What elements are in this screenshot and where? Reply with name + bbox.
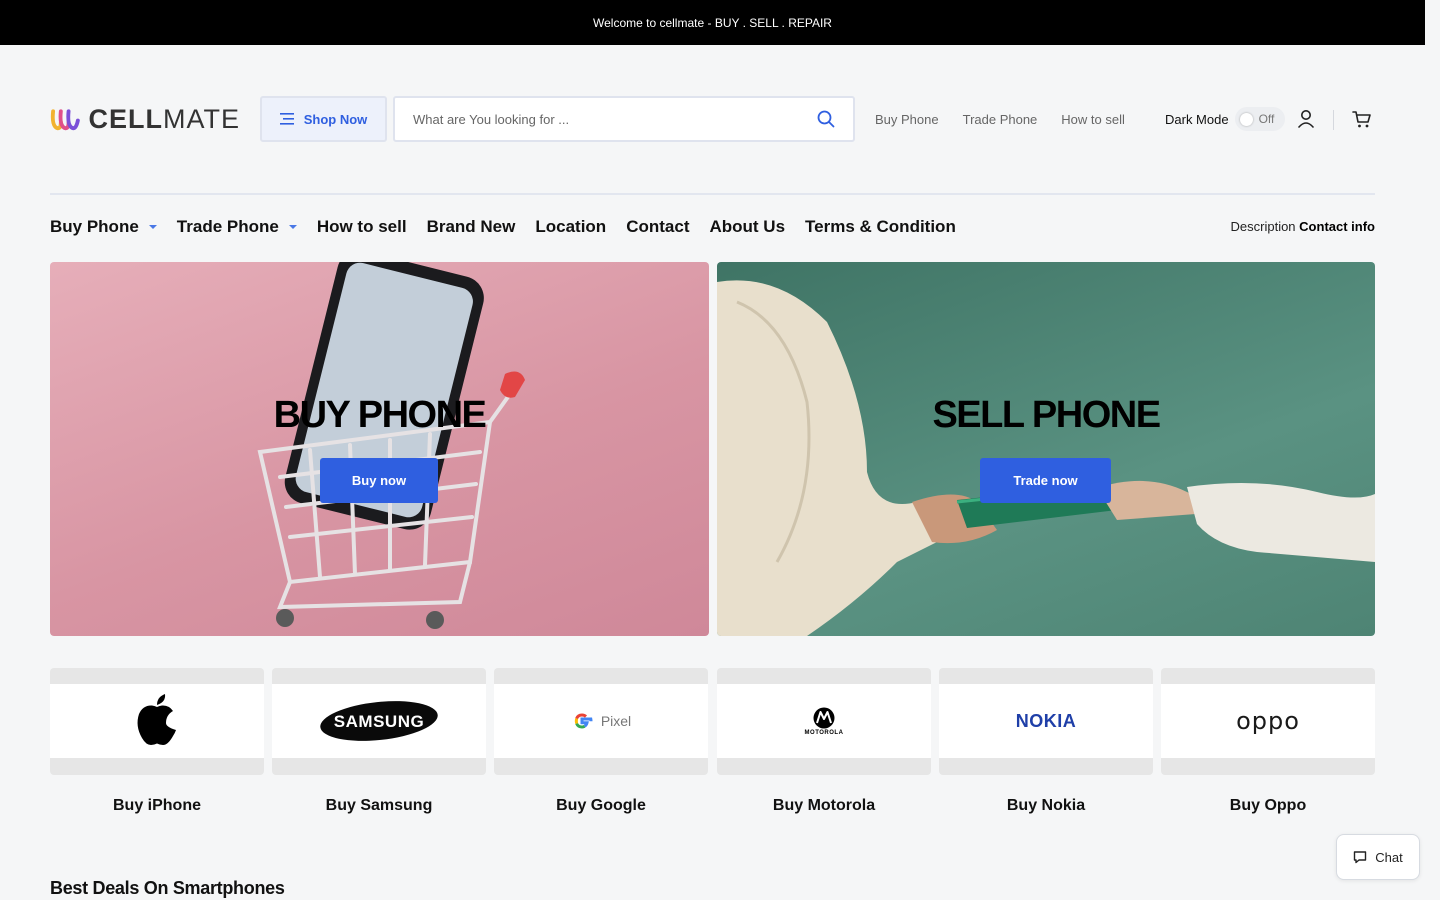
shopping-cart-phone-illustration: [257, 262, 525, 629]
motorola-logo-text: MOTOROLA: [804, 729, 844, 736]
buy-now-button[interactable]: Buy now: [320, 458, 438, 503]
samsung-logo: SAMSUNG: [320, 701, 438, 741]
brand-label-iphone: Buy iPhone: [112, 797, 201, 814]
nav-item-how-to-sell[interactable]: How to sell: [317, 217, 407, 237]
brand-label-google: Buy Google: [556, 797, 646, 814]
brand-label-nokia: Buy Nokia: [1006, 797, 1086, 814]
dark-mode-label: Dark Mode: [1165, 111, 1229, 127]
user-icon[interactable]: [1297, 109, 1315, 129]
nav-item-location[interactable]: Location: [535, 217, 606, 237]
brand-label-oppo: Buy Oppo: [1229, 797, 1307, 814]
main-nav: Buy Phone Trade Phone How to sell Brand …: [50, 214, 956, 240]
search-icon[interactable]: [817, 110, 835, 128]
nav-item-buy-phone[interactable]: Buy Phone: [50, 217, 157, 237]
header-link-how-to-sell[interactable]: How to sell: [1061, 112, 1125, 127]
nokia-logo-text: NOKIA: [1015, 710, 1077, 731]
toggle-knob: [1239, 112, 1253, 126]
shop-now-button[interactable]: Shop Now: [260, 96, 387, 142]
caret-down-icon: [148, 225, 157, 229]
contact-info-link[interactable]: Contact info: [1299, 219, 1375, 234]
chat-bubble-icon: [1354, 851, 1367, 864]
contact-info: Description Contact info: [1231, 219, 1375, 234]
site-header: CELLMATE Shop Now Buy Phone Trade Phone …: [50, 96, 1375, 142]
motorola-logo-icon: [813, 707, 835, 728]
brand-card-samsung[interactable]: SAMSUNG Buy Samsung: [272, 668, 486, 815]
oppo-logo-text: oppo: [1236, 707, 1300, 735]
announcement-bar: Welcome to cellmate - BUY . SELL . REPAI…: [0, 0, 1425, 45]
sell-phone-banner[interactable]: SELL PHONE Trade now: [717, 262, 1375, 636]
cart-icon[interactable]: [1352, 109, 1372, 129]
brand-card-motorola[interactable]: MOTOROLA Buy Motorola: [717, 668, 931, 815]
trade-now-button[interactable]: Trade now: [980, 458, 1111, 503]
brand-label-samsung: Buy Samsung: [325, 797, 433, 814]
shop-now-label: Shop Now: [303, 111, 368, 127]
brand-card-google[interactable]: Pixel Buy Google: [494, 668, 708, 815]
dark-mode-control: Dark Mode Off: [1165, 96, 1285, 142]
nav-label-trade-phone: Trade Phone: [176, 217, 279, 236]
buy-phone-banner[interactable]: BUY PHONE Buy now: [50, 262, 709, 636]
dark-mode-toggle[interactable]: Off: [1234, 107, 1285, 131]
google-g-icon: [574, 713, 593, 729]
cellmate-logo[interactable]: CELLMATE: [50, 99, 240, 139]
buy-phone-title: BUY PHONE: [273, 394, 487, 436]
brand-card-oppo[interactable]: oppo Buy Oppo: [1161, 668, 1375, 815]
chat-button[interactable]: Chat: [1336, 834, 1420, 880]
nav-label-buy-phone: Buy Phone: [50, 217, 139, 236]
nav-item-trade-phone[interactable]: Trade Phone: [177, 217, 297, 237]
brand-card-iphone[interactable]: Buy iPhone: [50, 668, 264, 815]
caret-down-icon: [288, 225, 297, 229]
logo-text-bold: CELL: [88, 103, 163, 134]
header-link-trade-phone[interactable]: Trade Phone: [963, 112, 1038, 127]
brand-card-nokia[interactable]: NOKIA Buy Nokia: [939, 668, 1153, 815]
header-separator: [50, 193, 1375, 195]
nav-item-brand-new[interactable]: Brand New: [427, 217, 516, 237]
cellmate-logo-mark-icon: [50, 109, 80, 131]
brand-label-motorola: Buy Motorola: [772, 797, 876, 814]
header-link-buy-phone[interactable]: Buy Phone: [875, 112, 939, 127]
announcement-text: Welcome to cellmate - BUY . SELL . REPAI…: [593, 15, 832, 30]
header-links: Buy Phone Trade Phone How to sell: [875, 96, 1125, 142]
logo-text-light: MATE: [163, 103, 240, 134]
search-bar: [393, 96, 855, 142]
pixel-logo-text: Pixel: [600, 713, 632, 729]
menu-icon: [279, 113, 294, 125]
nav-item-terms[interactable]: Terms & Condition: [805, 217, 956, 237]
dark-mode-state: Off: [1258, 112, 1275, 126]
nav-item-about-us[interactable]: About Us: [709, 217, 785, 237]
apple-logo-icon: [137, 694, 176, 745]
phone-handover-illustration: [717, 280, 1375, 636]
header-divider: [1333, 110, 1334, 130]
description-label: Description: [1230, 219, 1296, 234]
sell-phone-title: SELL PHONE: [932, 394, 1161, 436]
chat-label: Chat: [1375, 849, 1403, 865]
nav-item-contact[interactable]: Contact: [626, 217, 689, 237]
samsung-logo-text: SAMSUNG: [334, 712, 424, 731]
search-input[interactable]: [413, 111, 817, 127]
best-deals-title: Best Deals On Smartphones: [50, 878, 285, 898]
